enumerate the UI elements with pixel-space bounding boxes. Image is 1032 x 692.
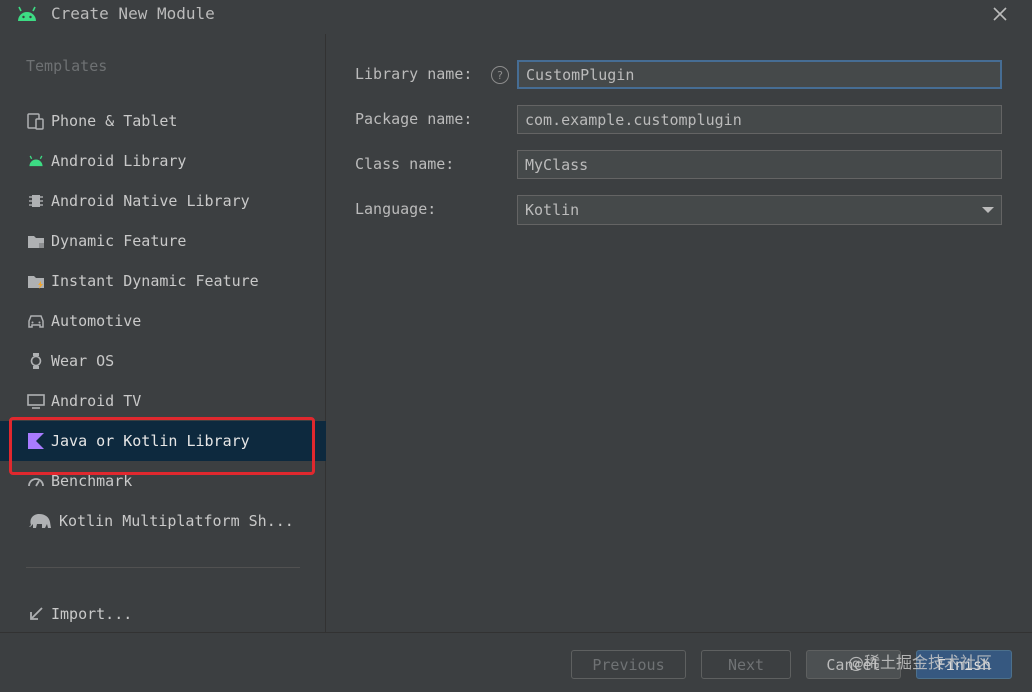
cancel-button[interactable]: Cancel <box>806 650 901 679</box>
sidebar-item-benchmark[interactable]: Benchmark <box>0 461 326 501</box>
watch-icon <box>26 351 46 371</box>
sidebar-item-label: Phone & Tablet <box>51 112 178 130</box>
sidebar-item-label: Dynamic Feature <box>51 232 187 250</box>
sidebar-item-label: Automotive <box>51 312 142 330</box>
dialog-footer: Previous Next Cancel Finish @稀土掘金技术社区 <box>0 632 1032 692</box>
gauge-icon <box>26 471 46 491</box>
sidebar-item-label: Android Library <box>51 152 187 170</box>
tv-icon <box>26 391 46 411</box>
class-name-label: Class name: <box>355 155 455 173</box>
phone-tablet-icon <box>26 111 46 131</box>
sidebar-item-java-kotlin-library[interactable]: Java or Kotlin Library <box>0 421 326 461</box>
module-form: Library name: ? Package name: Class name… <box>327 34 1032 632</box>
library-name-input[interactable] <box>517 60 1002 89</box>
next-button[interactable]: Next <box>701 650 791 679</box>
window-title: Create New Module <box>51 4 215 23</box>
previous-button[interactable]: Previous <box>571 650 686 679</box>
package-name-input[interactable] <box>517 105 1002 134</box>
sidebar-item-phone-tablet[interactable]: Phone & Tablet <box>0 101 326 141</box>
library-name-label: Library name: <box>355 65 473 83</box>
sidebar-item-automotive[interactable]: Automotive <box>0 301 326 341</box>
class-name-input[interactable] <box>517 150 1002 179</box>
folder-icon <box>26 231 46 251</box>
chip-icon <box>26 191 46 211</box>
sidebar-item-label: Import... <box>51 605 133 623</box>
android-icon <box>26 151 46 171</box>
sidebar-item-import[interactable]: Import... <box>0 594 326 634</box>
chevron-down-icon <box>982 207 994 213</box>
language-label: Language: <box>355 200 437 218</box>
finish-button[interactable]: Finish <box>916 650 1012 679</box>
templates-heading: Templates <box>26 57 108 75</box>
sidebar-item-label: Android TV <box>51 392 142 410</box>
sidebar-item-label: Instant Dynamic Feature <box>51 272 259 290</box>
elephant-icon <box>26 511 54 531</box>
sidebar-item-label: Kotlin Multiplatform Sh... <box>59 512 294 530</box>
sidebar-item-android-library[interactable]: Android Library <box>0 141 326 181</box>
folder-lightning-icon <box>26 271 46 291</box>
car-icon <box>26 311 46 331</box>
sidebar-item-label: Benchmark <box>51 472 133 490</box>
templates-sidebar: Templates Phone & Tablet Android Library… <box>0 34 326 632</box>
sidebar-item-android-native-library[interactable]: Android Native Library <box>0 181 326 221</box>
kotlin-icon <box>26 431 46 451</box>
language-value: Kotlin <box>525 201 580 219</box>
sidebar-item-label: Android Native Library <box>51 192 250 210</box>
sidebar-divider <box>26 567 300 568</box>
sidebar-item-kotlin-multiplatform[interactable]: Kotlin Multiplatform Sh... <box>0 501 326 541</box>
close-icon[interactable] <box>991 5 1009 23</box>
import-arrow-icon <box>26 604 46 624</box>
sidebar-item-label: Java or Kotlin Library <box>51 432 250 450</box>
help-icon[interactable]: ? <box>491 66 509 84</box>
title-bar: Create New Module <box>0 0 1032 30</box>
package-name-label: Package name: <box>355 110 473 128</box>
android-icon <box>18 6 36 21</box>
sidebar-item-android-tv[interactable]: Android TV <box>0 381 326 421</box>
sidebar-item-label: Wear OS <box>51 352 115 370</box>
sidebar-item-instant-dynamic-feature[interactable]: Instant Dynamic Feature <box>0 261 326 301</box>
sidebar-item-dynamic-feature[interactable]: Dynamic Feature <box>0 221 326 261</box>
language-select[interactable]: Kotlin <box>517 195 1002 225</box>
sidebar-item-wear-os[interactable]: Wear OS <box>0 341 326 381</box>
